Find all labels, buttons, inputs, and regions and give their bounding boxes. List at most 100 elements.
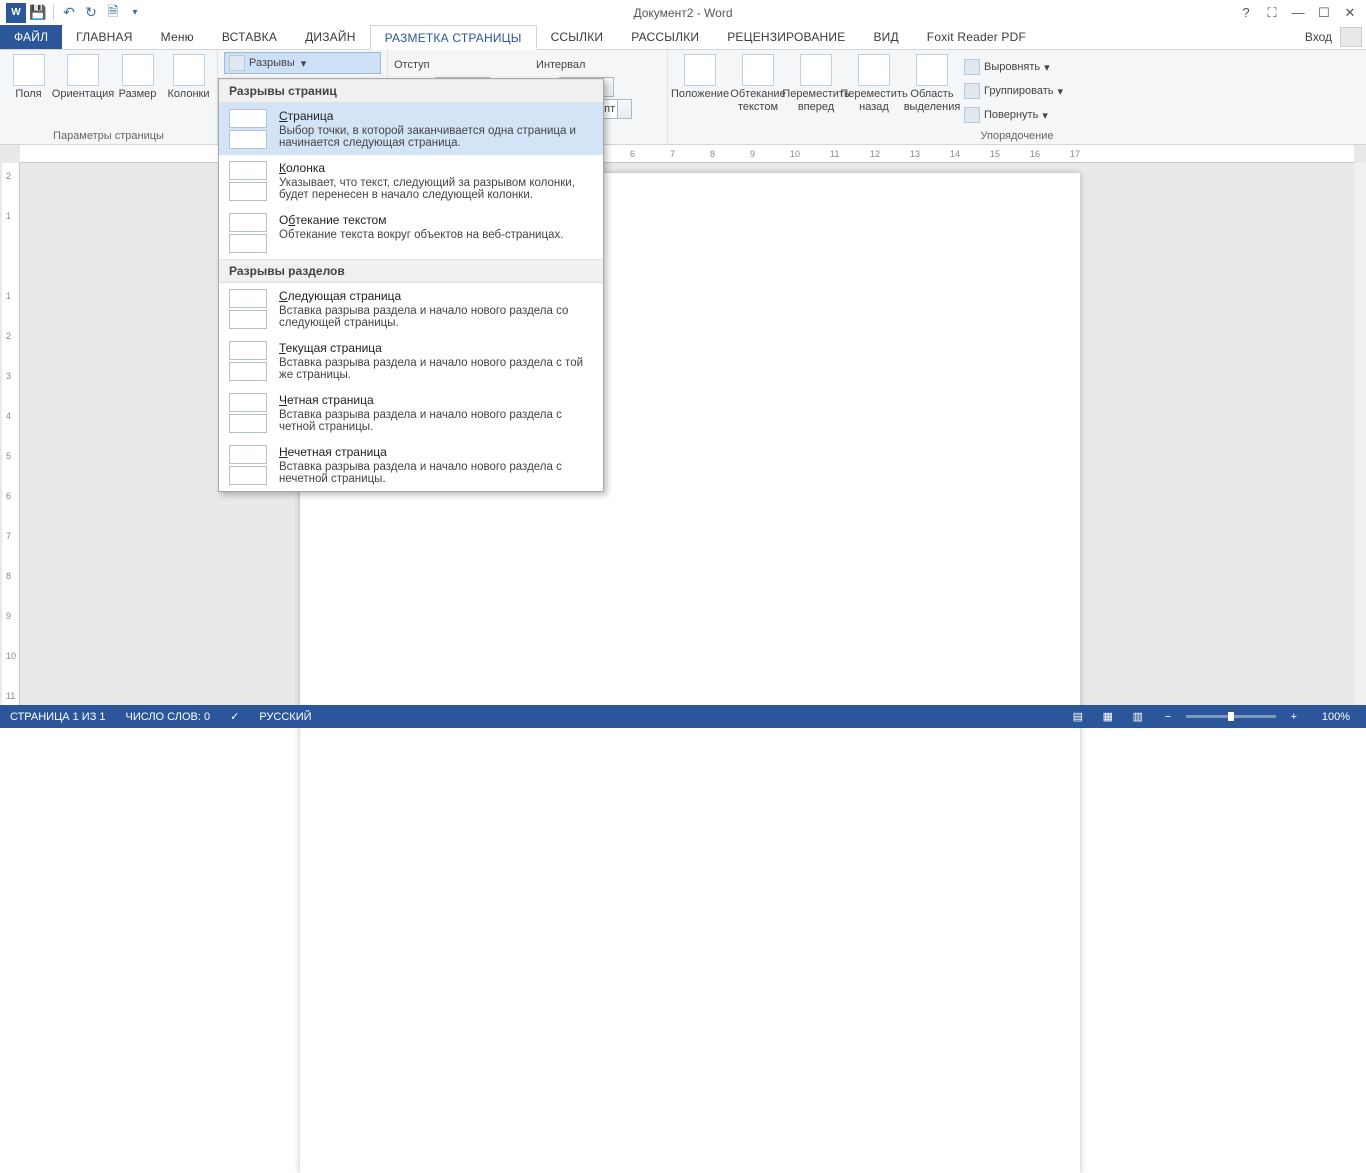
option-title: Колонка	[279, 161, 593, 175]
ruler-mark: 11	[830, 149, 839, 159]
word-icon[interactable]: W	[6, 3, 26, 23]
minimize-icon[interactable]: —	[1286, 3, 1310, 23]
selection-icon	[916, 54, 948, 86]
group-arrange: Положение Обтекание текстом Переместить …	[668, 50, 1366, 144]
status-bar: СТРАНИЦА 1 ИЗ 1 ЧИСЛО СЛОВ: 0 ✓ РУССКИЙ …	[0, 705, 1366, 728]
status-language[interactable]: РУССКИЙ	[249, 711, 321, 723]
margins-button[interactable]: Поля	[6, 54, 51, 101]
status-words[interactable]: ЧИСЛО СЛОВ: 0	[116, 711, 221, 723]
rotate-label: Повернуть	[984, 109, 1038, 121]
zoom-level[interactable]: 100%	[1312, 711, 1360, 723]
undo-icon[interactable]: ↶	[59, 3, 79, 23]
tab-review[interactable]: РЕЦЕНЗИРОВАНИЕ	[713, 25, 859, 49]
document-workspace: 67891011121314151617 211234567891011	[0, 145, 1366, 705]
ruler-mark: 6	[630, 149, 635, 159]
ribbon: Поля Ориентация Размер Колонки Параметры…	[0, 50, 1366, 145]
tab-home[interactable]: ГЛАВНАЯ	[62, 25, 146, 49]
group-btn-label: Группировать	[984, 85, 1054, 97]
dropdown-header-page-breaks: Разрывы страниц	[219, 79, 603, 103]
size-button[interactable]: Размер	[115, 54, 160, 101]
breaks-option[interactable]: Обтекание текстомОбтекание текста вокруг…	[219, 207, 603, 259]
ruler-mark: 2	[6, 331, 11, 341]
position-label: Положение	[671, 88, 729, 101]
breaks-option[interactable]: Текущая страницаВставка разрыва раздела …	[219, 335, 603, 387]
group-page-setup: Поля Ориентация Размер Колонки Параметры…	[0, 50, 218, 144]
send-backward-button[interactable]: Переместить назад	[848, 54, 900, 113]
tab-foxit[interactable]: Foxit Reader PDF	[913, 25, 1040, 49]
rotate-button[interactable]: Повернуть▾	[964, 104, 1063, 126]
view-read-icon[interactable]: ▤	[1066, 708, 1090, 726]
close-icon[interactable]: ✕	[1338, 3, 1362, 23]
ruler-mark: 15	[990, 149, 1000, 159]
tab-design[interactable]: ДИЗАЙН	[291, 25, 370, 49]
option-thumb-icon	[229, 289, 267, 329]
status-page[interactable]: СТРАНИЦА 1 ИЗ 1	[0, 711, 116, 723]
status-proofing-icon[interactable]: ✓	[220, 710, 249, 723]
ruler-mark: 13	[910, 149, 920, 159]
new-doc-icon[interactable]: 🗎	[103, 3, 123, 23]
ruler-mark: 9	[6, 611, 11, 621]
view-print-icon[interactable]: ▦	[1096, 708, 1120, 726]
qat-customize-icon[interactable]: ▾	[125, 3, 145, 23]
vertical-ruler[interactable]: 211234567891011	[2, 163, 20, 705]
columns-label: Колонки	[168, 88, 210, 101]
option-desc: Вставка разрыва раздела и начало нового …	[279, 409, 593, 433]
zoom-in-icon[interactable]: +	[1282, 708, 1306, 726]
zoom-out-icon[interactable]: −	[1156, 708, 1180, 726]
breaks-option[interactable]: Страница Выбор точки, в которой заканчива…	[219, 103, 603, 155]
maximize-icon[interactable]: ☐	[1312, 3, 1336, 23]
orientation-button[interactable]: Ориентация	[57, 54, 109, 101]
option-thumb-icon	[229, 393, 267, 433]
position-button[interactable]: Положение	[674, 54, 726, 101]
tab-insert[interactable]: ВСТАВКА	[208, 25, 291, 49]
breaks-option[interactable]: Нечетная страницаВставка разрыва раздела…	[219, 439, 603, 491]
ribbon-display-icon[interactable]: ⛶	[1260, 3, 1284, 23]
group-arrange-label: Упорядочение	[674, 129, 1360, 142]
columns-button[interactable]: Колонки	[166, 54, 211, 101]
ruler-mark: 12	[870, 149, 880, 159]
ruler-mark: 10	[6, 651, 16, 661]
ruler-mark: 7	[670, 149, 675, 159]
ruler-mark: 10	[790, 149, 800, 159]
option-title: Следующая страница	[279, 289, 593, 303]
ruler-mark: 17	[1070, 149, 1080, 159]
tab-references[interactable]: ССЫЛКИ	[537, 25, 618, 49]
help-icon[interactable]: ?	[1234, 3, 1258, 23]
option-desc: Вставка разрыва раздела и начало нового …	[279, 305, 593, 329]
spacing-label: Интервал	[536, 54, 632, 76]
save-icon[interactable]: 💾	[28, 3, 48, 23]
align-label: Выровнять	[984, 61, 1040, 73]
option-title: Страница	[279, 109, 593, 123]
tab-menu[interactable]: Меню	[147, 25, 208, 49]
ruler-mark: 16	[1030, 149, 1040, 159]
tab-file[interactable]: ФАЙЛ	[0, 25, 62, 49]
size-icon	[122, 54, 154, 86]
sign-in-link[interactable]: Вход	[1305, 25, 1332, 49]
breaks-option[interactable]: КолонкаУказывает, что текст, следующий з…	[219, 155, 603, 207]
tab-view[interactable]: ВИД	[859, 25, 912, 49]
zoom-slider[interactable]	[1186, 715, 1276, 718]
user-avatar-icon[interactable]	[1340, 27, 1362, 47]
redo-icon[interactable]: ↻	[81, 3, 101, 23]
option-desc: Выбор точки, в которой заканчивается одн…	[279, 125, 593, 149]
group-icon	[964, 83, 980, 99]
ruler-mark: 8	[6, 571, 11, 581]
vertical-scrollbar[interactable]	[1354, 163, 1366, 705]
columns-icon	[173, 54, 205, 86]
bring-forward-button[interactable]: Переместить вперед	[790, 54, 842, 113]
selection-pane-button[interactable]: Область выделения	[906, 54, 958, 113]
indent-label: Отступ	[394, 54, 496, 76]
wrap-text-button[interactable]: Обтекание текстом	[732, 54, 784, 113]
group-button[interactable]: Группировать▾	[964, 80, 1063, 102]
orientation-icon	[67, 54, 99, 86]
tab-mailings[interactable]: РАССЫЛКИ	[617, 25, 713, 49]
breaks-option[interactable]: Четная страницаВставка разрыва раздела и…	[219, 387, 603, 439]
margins-label: Поля	[15, 88, 41, 101]
breaks-button[interactable]: Разрывы▾	[224, 52, 381, 74]
ruler-mark: 3	[6, 371, 11, 381]
view-web-icon[interactable]: ▥	[1126, 708, 1150, 726]
breaks-option[interactable]: Следующая страница Вставка разрыва раздел…	[219, 283, 603, 335]
option-title: Обтекание текстом	[279, 213, 563, 227]
align-button[interactable]: Выровнять▾	[964, 56, 1063, 78]
tab-page-layout[interactable]: РАЗМЕТКА СТРАНИЦЫ	[370, 25, 537, 50]
